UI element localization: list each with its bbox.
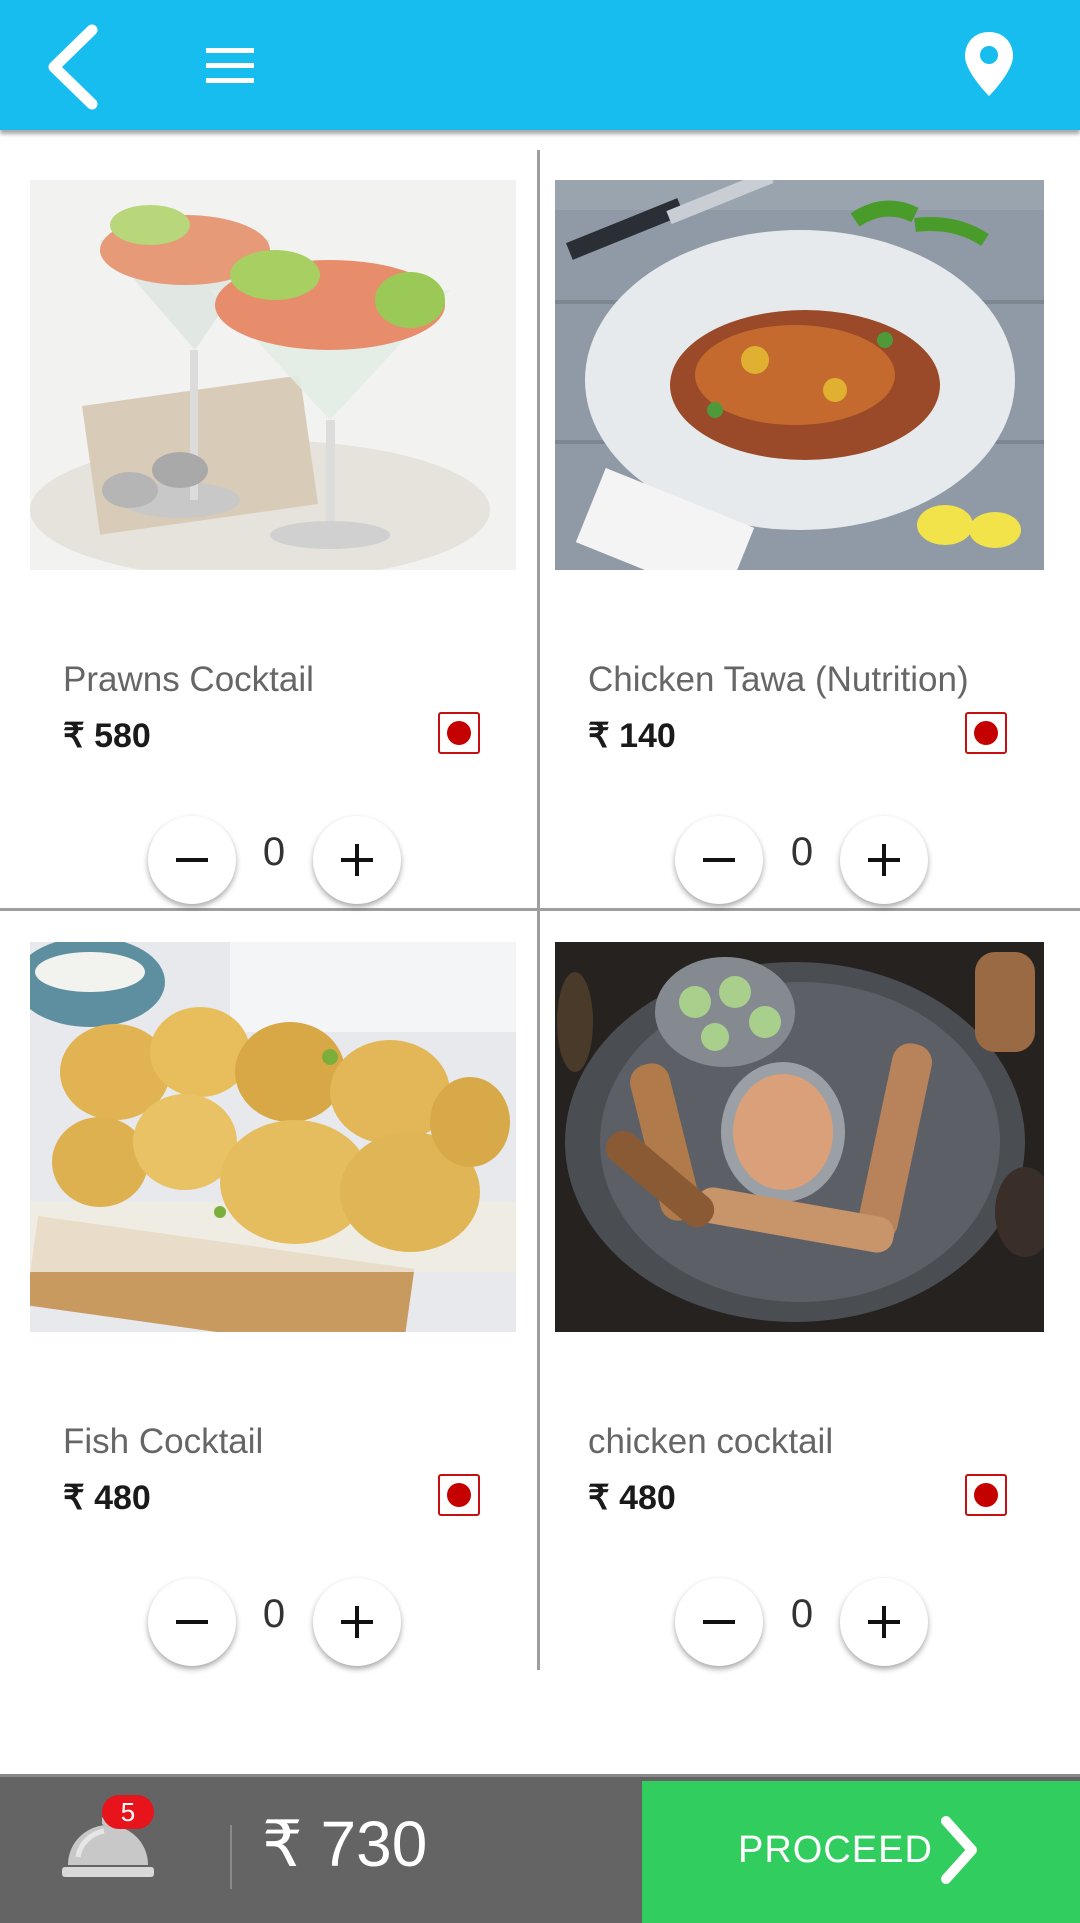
location-button[interactable] xyxy=(962,30,1016,100)
quantity-value: 0 xyxy=(790,830,814,874)
chevron-right-icon xyxy=(941,1816,977,1884)
product-card: Fish Cocktail ₹ 480 0 xyxy=(30,942,550,1702)
decrease-quantity-button[interactable] xyxy=(675,816,763,904)
item-price: ₹ 480 xyxy=(63,1479,151,1517)
fish-cocktail-image[interactable] xyxy=(30,942,516,1332)
non-veg-icon xyxy=(438,1474,480,1516)
cart-footer: 5 ₹ 730 PROCEED xyxy=(0,1774,1080,1923)
footer-divider xyxy=(230,1825,232,1889)
product-card: Prawns Cocktail ₹ 580 0 xyxy=(30,180,550,940)
increase-quantity-button[interactable] xyxy=(313,816,401,904)
proceed-label: PROCEED xyxy=(738,1829,933,1871)
item-price: ₹ 480 xyxy=(588,1479,676,1517)
increase-quantity-button[interactable] xyxy=(840,1578,928,1666)
chicken-tawa-image[interactable] xyxy=(555,180,1044,570)
plus-icon xyxy=(868,1606,900,1638)
product-card: chicken cocktail ₹ 480 0 xyxy=(555,942,1075,1702)
minus-icon xyxy=(176,1620,208,1624)
cart-count-badge: 5 xyxy=(102,1795,154,1829)
non-veg-icon xyxy=(965,712,1007,754)
prawns-cocktail-image[interactable] xyxy=(30,180,516,570)
item-name: chicken cocktail xyxy=(588,1422,834,1461)
non-veg-icon xyxy=(438,712,480,754)
proceed-button[interactable]: PROCEED xyxy=(642,1781,1080,1923)
chicken-cocktail-image[interactable] xyxy=(555,942,1044,1332)
chevron-left-icon xyxy=(48,24,98,110)
plus-icon xyxy=(341,844,373,876)
quantity-value: 0 xyxy=(790,1592,814,1636)
decrease-quantity-button[interactable] xyxy=(675,1578,763,1666)
minus-icon xyxy=(703,1620,735,1624)
non-veg-icon xyxy=(965,1474,1007,1516)
increase-quantity-button[interactable] xyxy=(313,1578,401,1666)
map-pin-icon xyxy=(965,32,1013,96)
cart-total: ₹ 730 xyxy=(262,1808,428,1880)
item-price: ₹ 580 xyxy=(63,717,151,755)
quantity-value: 0 xyxy=(262,1592,286,1636)
plus-icon xyxy=(868,844,900,876)
item-name: Chicken Tawa (Nutrition) xyxy=(588,660,969,699)
decrease-quantity-button[interactable] xyxy=(148,816,236,904)
quantity-value: 0 xyxy=(262,830,286,874)
menu-button[interactable] xyxy=(200,44,260,88)
decrease-quantity-button[interactable] xyxy=(148,1578,236,1666)
minus-icon xyxy=(703,858,735,862)
item-name: Prawns Cocktail xyxy=(63,660,314,699)
item-price: ₹ 140 xyxy=(588,717,676,755)
increase-quantity-button[interactable] xyxy=(840,816,928,904)
minus-icon xyxy=(176,858,208,862)
product-card: Chicken Tawa (Nutrition) ₹ 140 0 xyxy=(555,180,1075,940)
top-app-bar xyxy=(0,0,1080,130)
hamburger-menu-icon xyxy=(206,48,254,83)
back-button[interactable] xyxy=(40,22,110,112)
plus-icon xyxy=(341,1606,373,1638)
item-name: Fish Cocktail xyxy=(63,1422,264,1461)
